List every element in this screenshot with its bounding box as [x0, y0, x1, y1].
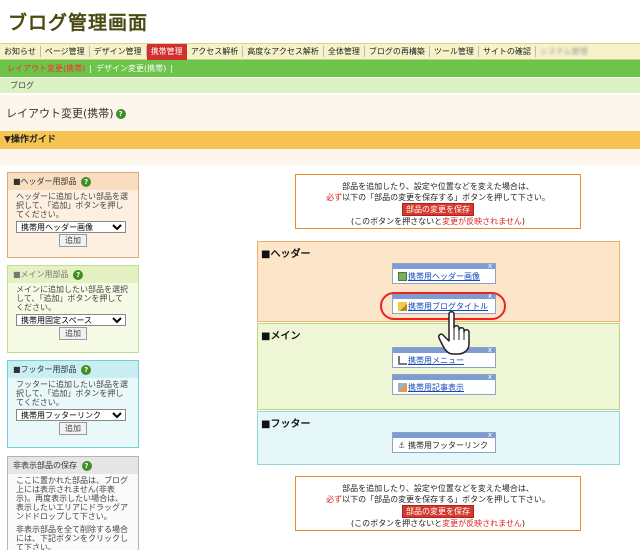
menu-item-mobile[interactable]: 携帯管理	[146, 43, 187, 60]
menu-item-tools[interactable]: ツール管理	[430, 46, 479, 57]
help-icon[interactable]: ?	[73, 269, 84, 280]
menu-item-system[interactable]: システム管理	[536, 46, 592, 57]
footer-zone[interactable]: ■フッター x ⚓ 携帯用フッターリンク	[257, 411, 620, 465]
close-icon[interactable]: x	[488, 431, 492, 439]
help-icon[interactable]: ?	[81, 364, 92, 375]
close-icon[interactable]: x	[488, 346, 492, 354]
hidden-parts-description: ここに置かれた部品は、ブログ上には表示されません(非表示)。再度表示したい場合は…	[16, 476, 128, 521]
main-parts-select[interactable]: 携帯用固定スペース	[16, 314, 126, 326]
main-zone-title: ■メイン	[261, 331, 301, 342]
footer-parts-panel: ■フッター用部品 ? フッターに追加したい部品を選択して、「追加」ボタンを押して…	[7, 360, 139, 448]
save-notice-bottom: 部品を追加したり、設定や位置などを変えた場合は、 必ず以下の「部品の変更を保存す…	[295, 476, 581, 531]
main-add-button[interactable]: 追加	[59, 327, 87, 340]
save-notice-top: 部品を追加したり、設定や位置などを変えた場合は、 必ず以下の「部品の変更を保存す…	[295, 174, 581, 229]
help-icon[interactable]: ?	[81, 460, 92, 471]
image-icon	[398, 272, 407, 281]
page-title-area: レイアウト変更(携帯)?	[0, 95, 640, 131]
part-mobile-footer-link[interactable]: x ⚓ 携帯用フッターリンク	[392, 431, 496, 453]
operation-guide-toggle[interactable]: ▼操作ガイド	[0, 131, 640, 149]
save-changes-button[interactable]: 部品の変更を保存	[402, 203, 474, 216]
header-parts-select[interactable]: 携帯用ヘッダー画像	[16, 221, 126, 233]
header-parts-panel: ■ヘッダー用部品 ? ヘッダーに追加したい部品を選択して、「追加」ボタンを押して…	[7, 172, 139, 258]
close-icon[interactable]: x	[488, 373, 492, 381]
submenu-layout-mobile[interactable]: レイアウト変更(携帯)	[7, 63, 85, 74]
main-parts-panel: ■メイン用部品 ? メインに追加したい部品を選択して、「追加」ボタンを押してくだ…	[7, 265, 139, 353]
close-icon[interactable]: x	[488, 262, 492, 270]
part-mobile-article-view[interactable]: x 携帯用記事表示	[392, 373, 496, 395]
sub-menu: レイアウト変更(携帯) | デザイン変更(携帯) |	[0, 60, 640, 77]
header-parts-heading: ■ヘッダー用部品 ?	[8, 173, 138, 190]
anchor-icon: ⚓	[398, 441, 406, 450]
app-title: ブログ管理画面	[8, 12, 149, 34]
hidden-parts-panel[interactable]: 非表示部品の保存 ? ここに置かれた部品は、ブログ上には表示されません(非表示)…	[7, 456, 139, 550]
help-icon[interactable]: ?	[81, 176, 92, 187]
main-parts-heading: ■メイン用部品 ?	[8, 266, 138, 283]
menu-item-advanced-analytics[interactable]: 高度なアクセス解析	[243, 46, 324, 57]
submenu-separator-end: |	[170, 64, 173, 73]
menu-item-rebuild[interactable]: ブログの再構築	[365, 46, 430, 57]
footer-parts-description: フッターに追加したい部品を選択して、「追加」ボタンを押してください。	[16, 380, 128, 407]
footer-parts-heading: ■フッター用部品 ?	[8, 361, 138, 378]
edit-document-icon	[398, 383, 407, 392]
hand-cursor-icon	[438, 311, 470, 355]
hidden-parts-heading: 非表示部品の保存 ?	[8, 457, 138, 474]
app-header: ブログ管理画面	[0, 0, 640, 42]
menu-item-news[interactable]: お知らせ	[0, 46, 41, 57]
menu-item-design[interactable]: デザイン管理	[90, 46, 147, 57]
footer-parts-select[interactable]: 携帯用フッターリンク	[16, 409, 126, 421]
part-mobile-header-image[interactable]: x 携帯用ヘッダー画像	[392, 262, 496, 284]
header-add-button[interactable]: 追加	[59, 234, 87, 247]
header-zone-title: ■ヘッダー	[261, 249, 311, 260]
operation-guide-body	[0, 149, 640, 165]
footer-zone-title: ■フッター	[261, 419, 311, 430]
header-parts-description: ヘッダーに追加したい部品を選択して、「追加」ボタンを押してください。	[16, 192, 128, 219]
help-icon[interactable]: ?	[115, 109, 126, 119]
breadcrumb: ブログ	[0, 78, 640, 93]
menu-item-general[interactable]: 全体管理	[324, 46, 365, 57]
menu-item-pages[interactable]: ページ管理	[41, 46, 90, 57]
menu-item-analytics[interactable]: アクセス解析	[187, 46, 244, 57]
submenu-design-mobile[interactable]: デザイン変更(携帯)	[96, 63, 166, 74]
main-parts-description: メインに追加したい部品を選択して、「追加」ボタンを押してください。	[16, 285, 128, 312]
save-changes-button[interactable]: 部品の変更を保存	[402, 505, 474, 518]
page-title: レイアウト変更(携帯)	[6, 107, 114, 120]
menu-item-view-site[interactable]: サイトの確認	[479, 46, 536, 57]
submenu-separator: |	[89, 64, 92, 73]
menu-tree-icon	[398, 356, 407, 365]
hidden-parts-delete-note: 非表示部品を全て削除する場合には、下記ボタンをクリックして下さい。	[16, 525, 128, 550]
main-menu: お知らせ ページ管理 デザイン管理 携帯管理 アクセス解析 高度なアクセス解析 …	[0, 43, 640, 60]
footer-add-button[interactable]: 追加	[59, 422, 87, 435]
